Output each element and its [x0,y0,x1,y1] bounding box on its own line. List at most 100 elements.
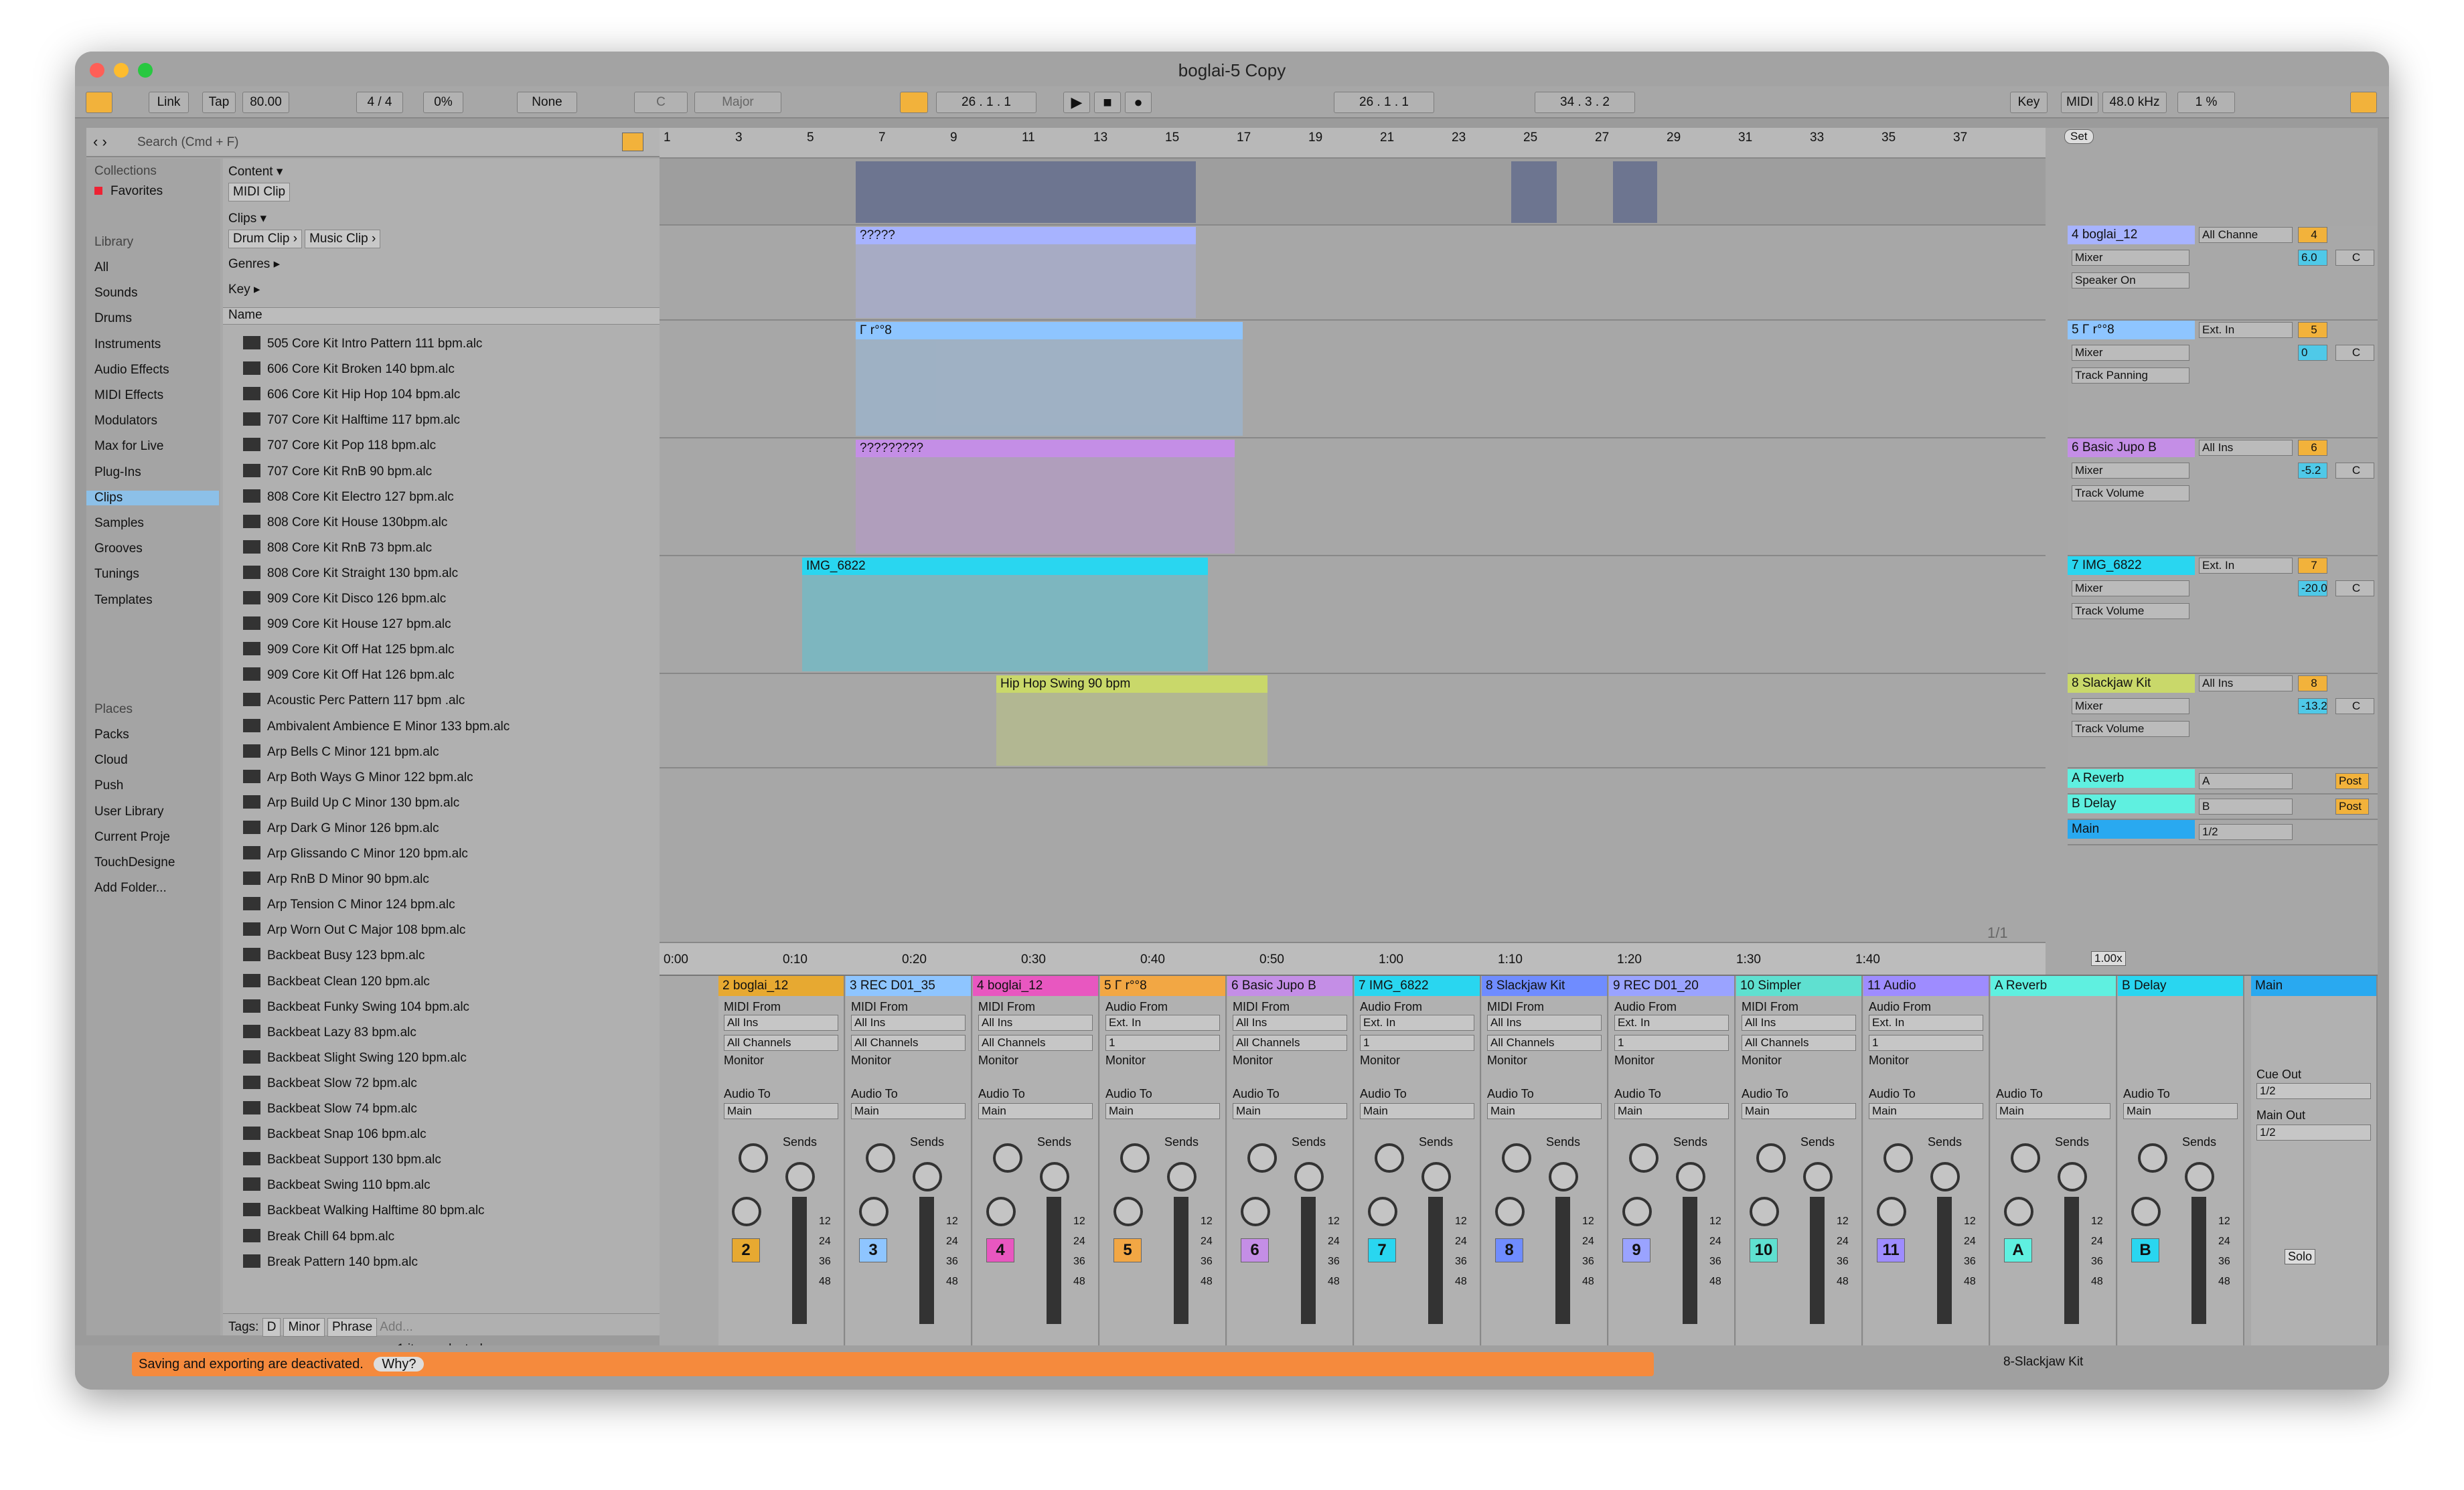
track-number[interactable]: 5 [2298,322,2327,338]
zoom-field[interactable]: 1.00x [2091,951,2126,966]
mixer-select[interactable]: Mixer [2072,345,2189,361]
main-out-select[interactable]: 1/2 [2256,1125,2371,1141]
post-button[interactable]: Post [2335,773,2369,789]
music-clip-chip[interactable]: Music Clip › [305,230,381,248]
input-source-select[interactable]: All Ins [851,1015,966,1031]
channel-title[interactable]: 9 REC D01_20 [1609,976,1734,996]
return-name[interactable]: Main [2068,820,2195,839]
tag-chip[interactable]: Phrase [327,1318,378,1337]
name-column-header[interactable]: Name [223,307,660,325]
send-a-knob[interactable] [1375,1143,1404,1173]
nav-back-icon[interactable]: ‹ › [93,133,107,151]
input-source-select[interactable]: All Ins [724,1015,838,1031]
file-list-item[interactable]: Backbeat Slow 72 bpm.alc [243,1076,417,1091]
time-signature[interactable]: 4 / 4 [356,92,403,113]
volume-field[interactable]: -13.2 [2298,698,2327,714]
channel-title[interactable]: 3 REC D01_35 [846,976,971,996]
pan-field[interactable]: C [2335,580,2374,596]
file-list-item[interactable]: 909 Core Kit Disco 126 bpm.alc [243,591,446,606]
file-list-item[interactable]: 808 Core Kit House 130bpm.alc [243,515,447,530]
audio-to-select[interactable]: Main [1233,1103,1347,1119]
link-button[interactable]: Link [149,92,189,113]
send-a-knob[interactable] [1247,1143,1277,1173]
volume-field[interactable]: 0 [2298,345,2327,361]
library-item-modulators[interactable]: Modulators [94,414,157,428]
library-item-max-for-live[interactable]: Max for Live [94,439,163,454]
input-source-select[interactable]: Ext. In [1614,1015,1729,1031]
groove-amount[interactable]: 0% [423,92,463,113]
input-select[interactable]: All Channe [2199,227,2293,243]
send-a-knob[interactable] [1756,1143,1786,1173]
file-list-item[interactable]: Ambivalent Ambience E Minor 133 bpm.alc [243,719,510,734]
clip[interactable]: Hip Hop Swing 90 bpm [996,675,1267,766]
track-activator[interactable]: 7 [1368,1238,1396,1262]
input-select[interactable]: Ext. In [2199,558,2293,574]
send-b-knob[interactable] [1930,1162,1960,1191]
send-b-knob[interactable] [2058,1162,2087,1191]
audio-to-select[interactable]: Main [1614,1103,1729,1119]
key-filter[interactable]: Key ▸ [228,282,260,297]
input-source-select[interactable]: Ext. In [1869,1015,1983,1031]
tag-chip[interactable]: D [262,1318,281,1337]
volume-field[interactable]: -5.2 [2298,463,2327,479]
loop-length[interactable]: 34 . 3 . 2 [1535,92,1635,113]
track-activator[interactable]: 2 [732,1238,760,1262]
input-channel-select[interactable]: All Channels [1742,1035,1856,1051]
return-output[interactable]: 1/2 [2199,824,2293,840]
channel-title[interactable]: 5 Γ r°°8 [1100,976,1225,996]
places-item[interactable]: Cloud [94,753,128,768]
channel-title[interactable]: 2 boglai_12 [718,976,844,996]
file-list-item[interactable]: Arp Glissando C Minor 120 bpm.alc [243,846,468,861]
device-select[interactable]: Track Volume [2072,485,2189,501]
track-activator[interactable]: 3 [859,1238,887,1262]
channel-title[interactable]: 7 IMG_6822 [1355,976,1480,996]
track-activator[interactable]: 8 [1495,1238,1523,1262]
time-ruler[interactable]: 0:00 0:10 0:20 0:30 0:40 0:50 1:00 1:10 1:20 1:30… [660,942,2046,975]
pan-field[interactable]: C [2335,463,2374,479]
channel-title[interactable]: B Delay [2118,976,2243,996]
pan-knob[interactable] [859,1197,889,1226]
track-activator[interactable]: 5 [1113,1238,1142,1262]
midi-clip[interactable] [856,161,1196,223]
pan-knob[interactable] [1622,1197,1652,1226]
drum-clip-chip[interactable]: Drum Clip › [228,230,303,248]
audio-to-select[interactable]: Main [1996,1103,2110,1119]
send-b-knob[interactable] [1167,1162,1197,1191]
volume-field[interactable]: 6.0 [2298,250,2327,266]
file-list-item[interactable]: 606 Core Kit Broken 140 bpm.alc [243,361,455,377]
channel-title[interactable]: 4 boglai_12 [973,976,1098,996]
track-number[interactable]: 4 [2298,227,2327,243]
mixer-select[interactable]: Mixer [2072,580,2189,596]
loop-start[interactable]: 26 . 1 . 1 [1334,92,1434,113]
mixer-select[interactable]: Mixer [2072,250,2189,266]
browser-toggle-icon[interactable] [86,92,112,113]
pan-knob[interactable] [2004,1197,2033,1226]
send-a-knob[interactable] [993,1143,1022,1173]
return-name[interactable]: B Delay [2068,795,2195,813]
clip[interactable]: ????? [856,227,1196,318]
audio-to-select[interactable]: Main [1869,1103,1983,1119]
send-b-knob[interactable] [1421,1162,1451,1191]
pan-knob[interactable] [986,1197,1016,1226]
device-select[interactable]: Track Volume [2072,721,2189,737]
file-list-item[interactable]: Arp Bells C Minor 121 bpm.alc [243,744,439,760]
channel-title[interactable]: 6 Basic Jupo B [1227,976,1353,996]
clips-filter[interactable]: Clips ▾ [228,211,266,226]
return-name[interactable]: A Reverb [2068,769,2195,788]
audio-to-select[interactable]: Main [1360,1103,1474,1119]
library-item-sounds[interactable]: Sounds [94,286,137,301]
filter-icon[interactable] [622,133,643,151]
library-item-all[interactable]: All [94,260,108,275]
bar-ruler[interactable]: 1 3 5 7 9 11 13 15 17 19 21 23 25 27 29 31 33 35 37 Set [660,128,2094,159]
file-list-item[interactable]: 707 Core Kit Halftime 117 bpm.alc [243,412,460,428]
file-list-item[interactable]: 606 Core Kit Hip Hop 104 bpm.alc [243,387,460,402]
places-item[interactable]: Packs [94,728,129,742]
send-a-knob[interactable] [1120,1143,1150,1173]
input-source-select[interactable]: Ext. In [1360,1015,1474,1031]
return-output[interactable]: B [2199,799,2293,815]
midi-map-button[interactable]: MIDI [2061,92,2098,113]
input-source-select[interactable]: All Ins [978,1015,1093,1031]
file-list-item[interactable]: 909 Core Kit Off Hat 126 bpm.alc [243,667,455,683]
send-b-knob[interactable] [785,1162,815,1191]
record-icon[interactable]: ● [1125,92,1152,113]
